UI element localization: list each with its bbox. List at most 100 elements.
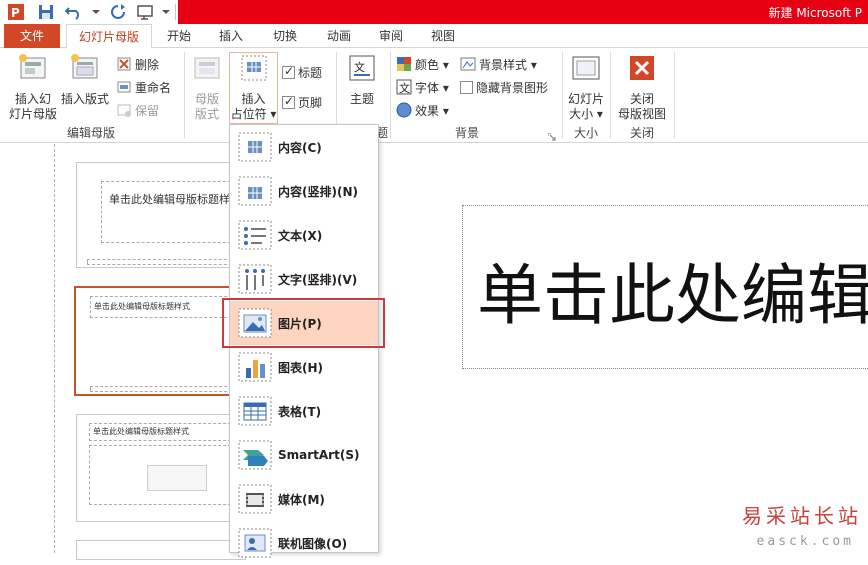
slide-thumbnail-1[interactable]: 单击此处编辑母版标题样式	[76, 162, 246, 268]
menu-item-label: 文本(X)	[278, 228, 323, 243]
tab-slide-master[interactable]: 幻灯片母版	[66, 24, 152, 49]
fonts-icon: 文	[396, 79, 412, 95]
watermark-text: 易采站长站	[742, 504, 862, 528]
tab-transitions[interactable]: 切换	[262, 24, 308, 48]
slide-thumbnail-3[interactable]: 单击此处编辑母版标题样式	[76, 414, 246, 522]
undo-icon[interactable]	[64, 2, 84, 22]
menu-item-label: 内容(竖排)(N)	[278, 184, 358, 199]
tab-home[interactable]: 开始	[158, 24, 200, 48]
menu-item-label: 图表(H)	[278, 360, 324, 375]
menu-item-label: 媒体(M)	[278, 492, 325, 507]
rename-icon	[117, 81, 131, 93]
title-checkbox[interactable]: 标题	[282, 62, 322, 82]
picture-highlight-frame	[222, 298, 385, 348]
menu-item-content[interactable]: 内容(C)	[230, 125, 378, 169]
close-master-view-button[interactable]: 关闭 母版视图	[614, 52, 670, 122]
menu-item-chart[interactable]: 图表(H)	[230, 345, 378, 389]
vertical-text-placeholder-icon	[236, 263, 274, 295]
svg-text:文: 文	[399, 81, 410, 95]
themes-label: 主题	[349, 92, 374, 106]
hide-background-graphics-checkbox[interactable]: 隐藏背景图形	[460, 77, 548, 97]
close-master-view-icon	[630, 56, 654, 80]
colors-icon	[397, 57, 411, 71]
insert-slide-master-icon	[19, 54, 46, 79]
hide-background-label: 隐藏背景图形	[476, 80, 549, 95]
delete-label: 删除	[135, 57, 160, 72]
effects-button[interactable]: 效果 ▾	[396, 100, 449, 120]
effects-label: 效果 ▾	[415, 103, 449, 118]
watermark-subtext: easck.com	[756, 534, 854, 549]
delete-button[interactable]: 删除	[116, 54, 159, 74]
media-placeholder-icon	[236, 483, 274, 515]
ribbon-tab-row: 文件 幻灯片母版 开始 插入 切换 动画 审阅 视图	[0, 24, 868, 49]
background-styles-icon	[460, 57, 476, 71]
rename-label: 重命名	[135, 80, 172, 95]
menu-item-smartart[interactable]: SmartArt(S)	[230, 433, 378, 477]
title-bar: P 新建 Microsoft P	[0, 0, 868, 24]
menu-item-table[interactable]: 表格(T)	[230, 389, 378, 433]
ribbon: 插入幻 灯片母版 插入版式 删除 重命名 保留 编辑母版 母版 版式 插入 占位…	[0, 48, 868, 143]
insert-slide-master-label: 插入幻 灯片母版	[8, 92, 57, 121]
tab-file[interactable]: 文件	[4, 24, 60, 48]
undo-dropdown-icon[interactable]	[86, 2, 106, 22]
effects-icon	[396, 102, 412, 118]
smartart-placeholder-icon	[236, 439, 274, 471]
footer-checkbox[interactable]: 页脚	[282, 92, 322, 112]
slide-size-button[interactable]: 幻灯片 大小 ▾	[566, 52, 606, 122]
menu-item-online-image[interactable]: 联机图像(O)	[230, 521, 378, 565]
thumb-footer-box	[90, 386, 242, 392]
menu-item-label: 联机图像(O)	[278, 536, 348, 551]
close-master-view-label: 关闭 母版视图	[617, 92, 666, 121]
master-layout-button[interactable]: 母版 版式	[188, 52, 226, 122]
customize-quick-access-icon[interactable]	[156, 2, 176, 22]
tab-insert[interactable]: 插入	[210, 24, 252, 48]
svg-text:文: 文	[354, 60, 365, 74]
rename-button[interactable]: 重命名	[116, 77, 171, 97]
svg-text:P: P	[11, 6, 20, 20]
save-icon[interactable]	[36, 2, 56, 22]
preserve-label: 保留	[135, 103, 160, 118]
start-from-beginning-icon[interactable]	[136, 2, 156, 22]
content-placeholder-icon	[236, 131, 274, 163]
menu-item-media[interactable]: 媒体(M)	[230, 477, 378, 521]
insert-slide-master-button[interactable]: 插入幻 灯片母版	[6, 52, 60, 122]
delete-icon	[117, 57, 131, 71]
colors-button[interactable]: 颜色 ▾	[396, 54, 449, 74]
powerpoint-logo-icon: P	[6, 2, 26, 22]
group-separator	[562, 52, 563, 138]
vertical-content-placeholder-icon	[236, 175, 274, 207]
group-separator	[610, 52, 611, 138]
fonts-button[interactable]: 文 字体 ▾	[396, 77, 449, 97]
redo-icon[interactable]	[108, 2, 128, 22]
tab-review[interactable]: 审阅	[368, 24, 414, 48]
tab-view[interactable]: 视图	[420, 24, 466, 48]
title-placeholder[interactable]: 单击此处编辑	[462, 205, 868, 369]
hide-background-check-box[interactable]	[460, 80, 473, 94]
background-styles-button[interactable]: 背景样式 ▾	[460, 54, 537, 74]
insert-layout-button[interactable]: 插入版式	[58, 52, 112, 107]
preserve-button[interactable]: 保留	[116, 100, 159, 120]
tab-animations[interactable]: 动画	[316, 24, 362, 48]
menu-item-text-vertical[interactable]: 文字(竖排)(V)	[230, 257, 378, 301]
chart-placeholder-icon	[236, 351, 274, 383]
size-group-label: 大小	[573, 126, 598, 140]
panel-guide-line	[54, 144, 55, 553]
text-placeholder-icon	[236, 219, 274, 251]
footer-check-box[interactable]	[282, 94, 295, 109]
themes-button[interactable]: 文 主题	[340, 52, 384, 107]
title-check-label: 标题	[298, 65, 323, 80]
master-layout-icon	[194, 57, 220, 79]
slide-thumbnail-2-selected[interactable]: 单击此处编辑母版标题样式	[74, 286, 246, 396]
background-styles-label: 背景样式 ▾	[479, 57, 537, 72]
window-title: 新建 Microsoft P	[768, 6, 862, 20]
slide-size-icon	[572, 56, 600, 80]
slide-thumbnail-4[interactable]	[76, 540, 246, 560]
menu-item-label: SmartArt(S)	[278, 448, 360, 462]
menu-item-content-vertical[interactable]: 内容(竖排)(N)	[230, 169, 378, 213]
background-dialog-launcher-icon[interactable]	[547, 130, 556, 144]
title-check-box[interactable]	[282, 64, 295, 79]
colors-label: 颜色 ▾	[415, 57, 449, 72]
menu-item-text[interactable]: 文本(X)	[230, 213, 378, 257]
edit-master-group-label: 编辑母版	[66, 126, 115, 140]
fonts-label: 字体 ▾	[415, 80, 449, 95]
